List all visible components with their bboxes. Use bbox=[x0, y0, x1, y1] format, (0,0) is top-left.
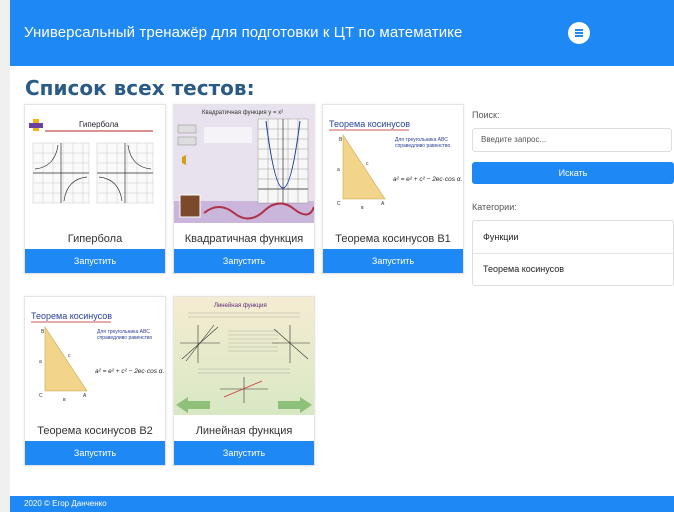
categories-label: Категории: bbox=[472, 202, 517, 212]
test-name: Теорема косинусов В2 bbox=[37, 425, 153, 437]
search-button[interactable]: Искать bbox=[472, 162, 674, 184]
hyperbola-thumbnail: Гипербола bbox=[25, 105, 165, 223]
hamburger-menu-icon[interactable] bbox=[568, 22, 590, 44]
top-header: Универсальный тренажёр для подготовки к … bbox=[10, 0, 674, 66]
test-card-cosine-b1: Теорема косинусов B C A a в c Для треуго… bbox=[322, 104, 464, 274]
test-name: Линейная функция bbox=[195, 425, 293, 437]
footer-copyright: 2020 © Егор Данченко bbox=[24, 499, 107, 508]
run-test-button[interactable]: Запустить bbox=[25, 441, 165, 465]
run-test-button[interactable]: Запустить bbox=[174, 441, 314, 465]
category-item-cosine-theorem[interactable]: Теорема косинусов bbox=[483, 264, 564, 274]
test-card-hyperbola: Гипербола Гипербола Запустить bbox=[24, 104, 166, 274]
thumb-title: Линейная функция bbox=[214, 302, 267, 309]
run-test-button[interactable]: Запустить bbox=[174, 249, 314, 273]
quadratic-thumbnail: Квадратичная функция y = x² bbox=[174, 105, 314, 223]
side-a-label: a bbox=[39, 359, 42, 365]
run-test-button[interactable]: Запустить bbox=[25, 249, 165, 273]
category-item-functions[interactable]: Функции bbox=[483, 232, 518, 242]
cosine-formula: a² = e² + c² − 2ec·cos α. bbox=[95, 368, 164, 375]
triangle-caption: Для треугольника ABC справедливо равенст… bbox=[97, 329, 153, 341]
side-a-label: a bbox=[337, 167, 340, 173]
side-b-label: в bbox=[361, 205, 364, 211]
page-title: Список всех тестов: bbox=[25, 76, 255, 100]
linear-function-thumbnail: Линейная функция bbox=[174, 297, 314, 415]
categories-list: Функции Теорема косинусов bbox=[472, 220, 674, 286]
cosine-theorem-thumbnail: Теорема косинусов B C A a в c Для треуго… bbox=[323, 105, 463, 223]
thumb-title: Гипербола bbox=[79, 120, 119, 129]
test-card-quadratic: Квадратичная функция y = x² Квадратичная… bbox=[173, 104, 315, 274]
thumb-title: Теорема косинусов bbox=[329, 119, 410, 129]
test-name: Гипербола bbox=[67, 233, 123, 245]
side-b-label: в bbox=[63, 397, 66, 403]
app-title: Универсальный тренажёр для подготовки к … bbox=[24, 24, 463, 41]
thumb-title: Теорема косинусов bbox=[31, 311, 112, 321]
test-name: Теорема косинусов В1 bbox=[335, 233, 451, 245]
vertex-c-label: C bbox=[39, 393, 43, 399]
cosine-theorem-thumbnail: Теорема косинусов B C A a в c Для треуго… bbox=[25, 297, 165, 415]
cosine-formula: a² = e² + c² − 2ec·cos α. bbox=[393, 176, 462, 183]
test-name: Квадратичная функция bbox=[184, 233, 304, 245]
thumb-title: Квадратичная функция y = x² bbox=[202, 110, 283, 116]
category-divider bbox=[473, 253, 673, 254]
run-test-button[interactable]: Запустить bbox=[323, 249, 463, 273]
test-card-cosine-b2: Теорема косинусов B C A a в c Для треуго… bbox=[24, 296, 166, 466]
test-card-linear: Линейная функция Линейная функция Запуст… bbox=[173, 296, 315, 466]
search-label: Поиск: bbox=[472, 110, 500, 120]
footer: 2020 © Егор Данченко bbox=[10, 496, 674, 512]
search-input[interactable]: Введите запрос... bbox=[472, 128, 672, 152]
vertex-c-label: C bbox=[337, 201, 341, 207]
main-content: Список всех тестов: Гипербола Гипербола … bbox=[10, 66, 674, 496]
triangle-caption: Для треугольника ABC справедливо равенст… bbox=[395, 137, 451, 149]
